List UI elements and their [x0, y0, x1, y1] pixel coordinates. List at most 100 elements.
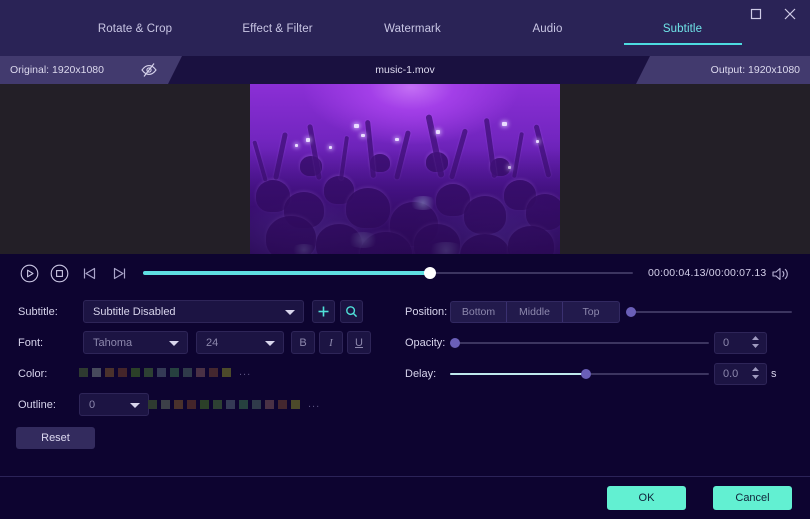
output-resolution-chip: Output: 1920x1080	[636, 56, 810, 84]
font-label: Font:	[18, 337, 44, 349]
outline-swatch-11[interactable]	[291, 400, 300, 409]
volume-icon	[772, 267, 788, 281]
previous-frame-button[interactable]	[78, 262, 100, 284]
delay-stepper[interactable]: 0.0	[714, 363, 767, 385]
font-family-select[interactable]: Tahoma	[83, 331, 188, 354]
video-preview[interactable]	[250, 84, 560, 254]
seek-handle[interactable]	[424, 267, 436, 279]
outline-swatch-6[interactable]	[226, 400, 235, 409]
preview-toggle-button[interactable]	[138, 60, 160, 80]
font-family-value: Tahoma	[93, 336, 133, 349]
subtitle-label: Subtitle:	[18, 306, 58, 318]
color-swatch-5[interactable]	[144, 368, 153, 377]
original-resolution-label: Original: 1920x1080	[10, 64, 104, 76]
italic-button[interactable]: I	[319, 331, 343, 354]
player-controls: 00:00:04.13/00:00:07.13	[0, 254, 810, 292]
subtitle-select[interactable]: Subtitle Disabled	[83, 300, 304, 323]
tab-effect-filter[interactable]: Effect & Filter	[210, 22, 345, 45]
position-slider-handle[interactable]	[626, 307, 636, 317]
delay-slider[interactable]	[450, 368, 709, 380]
opacity-slider-handle[interactable]	[450, 338, 460, 348]
eye-slash-icon	[141, 63, 157, 77]
play-button[interactable]	[18, 262, 40, 284]
bold-button[interactable]: B	[291, 331, 315, 354]
outline-swatch-10[interactable]	[278, 400, 287, 409]
next-frame-icon	[113, 267, 125, 279]
color-swatch-8[interactable]	[183, 368, 192, 377]
position-slider[interactable]	[626, 306, 792, 318]
previous-frame-icon	[83, 267, 95, 279]
stop-circle-icon	[50, 264, 68, 282]
outline-more-label[interactable]: ...	[308, 399, 320, 410]
color-swatch-9[interactable]	[196, 368, 205, 377]
subtitle-select-value: Subtitle Disabled	[93, 305, 176, 318]
tab-subtitle[interactable]: Subtitle	[615, 22, 750, 45]
subtitle-settings-panel: Subtitle: Subtitle Disabled Font: Tahoma…	[0, 292, 810, 476]
outline-swatch-2[interactable]	[174, 400, 183, 409]
outline-swatch-list: ...	[148, 399, 320, 410]
stop-button[interactable]	[48, 262, 70, 284]
delay-slider-fill	[450, 373, 587, 375]
add-subtitle-button[interactable]	[312, 300, 335, 323]
outline-swatch-8[interactable]	[252, 400, 261, 409]
outline-swatch-7[interactable]	[239, 400, 248, 409]
chevron-up-icon[interactable]	[751, 335, 760, 341]
ok-button[interactable]: OK	[607, 486, 686, 510]
search-subtitle-button[interactable]	[340, 300, 363, 323]
underline-button[interactable]: U	[347, 331, 371, 354]
delay-slider-handle[interactable]	[581, 369, 591, 379]
position-slider-track	[626, 311, 792, 313]
delay-label: Delay:	[405, 368, 437, 380]
color-swatch-4[interactable]	[131, 368, 140, 377]
tab-audio[interactable]: Audio	[480, 22, 615, 45]
outline-width-value: 0	[89, 398, 96, 411]
outline-swatch-9[interactable]	[265, 400, 274, 409]
color-swatch-3[interactable]	[118, 368, 127, 377]
outline-swatch-1[interactable]	[161, 400, 170, 409]
position-option-bottom[interactable]: Bottom	[451, 302, 507, 322]
outline-swatch-4[interactable]	[200, 400, 209, 409]
transport-buttons	[18, 262, 130, 284]
video-vignette	[250, 148, 560, 254]
reset-button[interactable]: Reset	[16, 427, 95, 449]
play-circle-icon	[20, 264, 38, 282]
info-bar: Original: 1920x1080 music-1.mov Output: …	[0, 56, 810, 84]
opacity-stepper[interactable]: 0	[714, 332, 767, 354]
color-swatch-7[interactable]	[170, 368, 179, 377]
chevron-down-icon[interactable]	[751, 343, 760, 349]
color-swatch-10[interactable]	[209, 368, 218, 377]
outline-swatch-3[interactable]	[187, 400, 196, 409]
position-segmented-control: Bottom Middle Top	[450, 301, 620, 323]
chevron-down-icon[interactable]	[751, 374, 760, 380]
delay-unit-label: s	[771, 368, 777, 380]
tab-watermark[interactable]: Watermark	[345, 22, 480, 45]
outline-label: Outline:	[18, 399, 56, 411]
output-resolution-label: Output: 1920x1080	[710, 64, 800, 76]
tab-rotate-crop[interactable]: Rotate & Crop	[60, 22, 210, 45]
cancel-button[interactable]: Cancel	[713, 486, 792, 510]
color-swatch-1[interactable]	[92, 368, 101, 377]
color-swatch-0[interactable]	[79, 368, 88, 377]
font-size-value: 24	[206, 336, 219, 349]
seek-bar[interactable]	[143, 267, 633, 279]
font-size-select[interactable]: 24	[196, 331, 284, 354]
next-frame-button[interactable]	[108, 262, 130, 284]
color-swatch-6[interactable]	[157, 368, 166, 377]
outline-width-select[interactable]: 0	[79, 393, 149, 416]
timecode-label: 00:00:04.13/00:00:07.13	[648, 267, 767, 279]
color-swatch-11[interactable]	[222, 368, 231, 377]
outline-swatch-0[interactable]	[148, 400, 157, 409]
opacity-value: 0	[723, 337, 730, 349]
position-option-middle[interactable]: Middle	[507, 302, 563, 322]
opacity-slider[interactable]	[450, 337, 709, 349]
preview-stage	[0, 84, 810, 254]
chevron-up-icon[interactable]	[751, 366, 760, 372]
volume-button[interactable]	[771, 266, 791, 282]
color-more-label[interactable]: ...	[239, 367, 251, 378]
color-swatch-2[interactable]	[105, 368, 114, 377]
outline-swatch-5[interactable]	[213, 400, 222, 409]
position-option-top[interactable]: Top	[563, 302, 619, 322]
subtitle-editor-window: Rotate & Crop Effect & Filter Watermark …	[0, 0, 810, 519]
opacity-label: Opacity:	[405, 337, 446, 349]
color-swatch-list: ...	[79, 367, 251, 378]
